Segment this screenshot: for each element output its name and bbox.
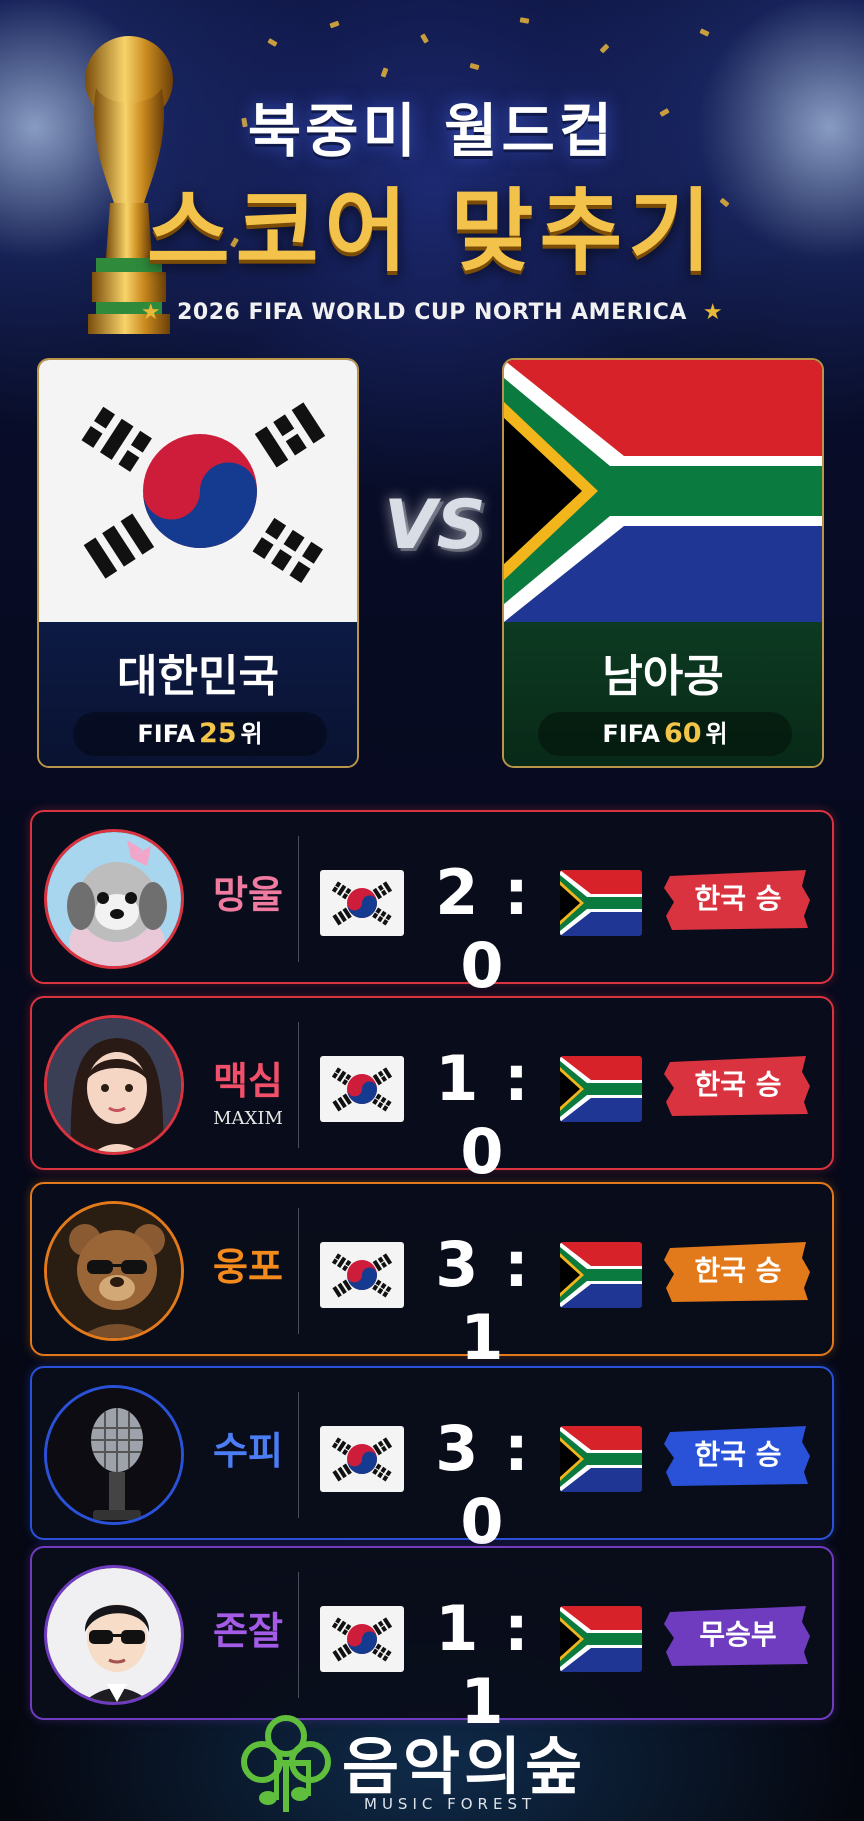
- team-name: 대한민국: [117, 651, 279, 702]
- player-tag: MAXIM: [213, 1108, 283, 1129]
- result-badge: 무승부: [664, 1602, 812, 1668]
- star-icon: ★: [140, 300, 162, 325]
- divider: [298, 1208, 299, 1334]
- score-separator: :: [503, 1042, 531, 1115]
- score-separator: :: [503, 1592, 531, 1665]
- home-score: 1: [435, 1042, 481, 1115]
- vs-label: VS: [384, 486, 486, 565]
- south-africa-flag-icon: [560, 1606, 642, 1672]
- south-africa-flag-icon: [560, 1242, 642, 1308]
- result-badge: 한국 승: [664, 1052, 812, 1118]
- man-avatar: [44, 1565, 184, 1705]
- fifa-rank: FIFA 25 위: [73, 712, 327, 756]
- team-card-korea: 대한민국 FIFA 25 위: [37, 358, 359, 768]
- away-score: 0: [460, 929, 506, 1002]
- title-line1: 북중미 월드컵: [247, 97, 617, 165]
- home-score: 3: [435, 1412, 481, 1485]
- away-score: 1: [460, 1301, 506, 1374]
- logo-text: 음악의숲: [342, 1730, 587, 1803]
- korea-flag-icon: [320, 1606, 404, 1672]
- fifa-rank: FIFA 60 위: [538, 712, 792, 756]
- player-name: 존잘: [213, 1609, 283, 1653]
- predicted-score: 1 : 0: [416, 1042, 550, 1188]
- prediction-row: 존잘 1 : 1 무승부: [30, 1546, 834, 1738]
- microphone-avatar: [44, 1385, 184, 1525]
- south-africa-flag-icon: [504, 360, 822, 622]
- away-score: 0: [460, 1115, 506, 1188]
- home-score: 2: [435, 856, 481, 929]
- predicted-score: 2 : 0: [416, 856, 550, 1002]
- korea-flag-icon: [320, 1056, 404, 1122]
- score-separator: :: [503, 856, 531, 929]
- star-icon: ★: [702, 300, 724, 325]
- player-name: 맥심: [213, 1059, 283, 1103]
- prediction-row: 망울 2 : 0 한국 승: [30, 810, 834, 1002]
- prediction-row: 수피 3 : 0 한국 승: [30, 1366, 834, 1558]
- predicted-score: 3 : 1: [416, 1228, 550, 1374]
- south-africa-flag-icon: [560, 870, 642, 936]
- tree-logo-icon: [241, 1715, 331, 1812]
- south-africa-flag-icon: [560, 1426, 642, 1492]
- woman-avatar: [44, 1015, 184, 1155]
- south-africa-flag-icon: [560, 1056, 642, 1122]
- dog-avatar: [44, 829, 184, 969]
- result-badge: 한국 승: [664, 1238, 812, 1304]
- score-separator: :: [503, 1228, 531, 1301]
- bear-avatar: [44, 1201, 184, 1341]
- divider: [298, 1572, 299, 1698]
- result-badge: 한국 승: [664, 866, 812, 932]
- predicted-score: 3 : 0: [416, 1412, 550, 1558]
- prediction-row: 웅포 3 : 1 한국 승: [30, 1182, 834, 1374]
- player-name: 망울: [213, 873, 283, 917]
- korea-flag-icon: [320, 1426, 404, 1492]
- team-name: 남아공: [602, 651, 724, 702]
- home-score: 1: [435, 1592, 481, 1665]
- divider: [298, 836, 299, 962]
- player-name: 수피: [213, 1429, 283, 1473]
- prediction-row: 맥심 MAXIM 1 : 0 한국 승: [30, 996, 834, 1188]
- player-name: 웅포: [213, 1245, 283, 1289]
- korea-flag-icon: [320, 870, 404, 936]
- title-line2: 스코어 맞추기: [146, 179, 718, 284]
- result-badge: 한국 승: [664, 1422, 812, 1488]
- divider: [298, 1022, 299, 1148]
- music-forest-logo: 음악의숲 MUSIC FOREST: [238, 1712, 628, 1816]
- team-card-south-africa: 남아공 FIFA 60 위: [502, 358, 824, 768]
- logo-subtext: MUSIC FOREST: [364, 1795, 537, 1813]
- korea-flag-icon: [320, 1242, 404, 1308]
- subtitle: ★ 2026 FIFA WORLD CUP NORTH AMERICA ★: [140, 300, 724, 325]
- divider: [298, 1392, 299, 1518]
- home-score: 3: [435, 1228, 481, 1301]
- score-separator: :: [503, 1412, 531, 1485]
- korea-flag-icon: [39, 360, 357, 622]
